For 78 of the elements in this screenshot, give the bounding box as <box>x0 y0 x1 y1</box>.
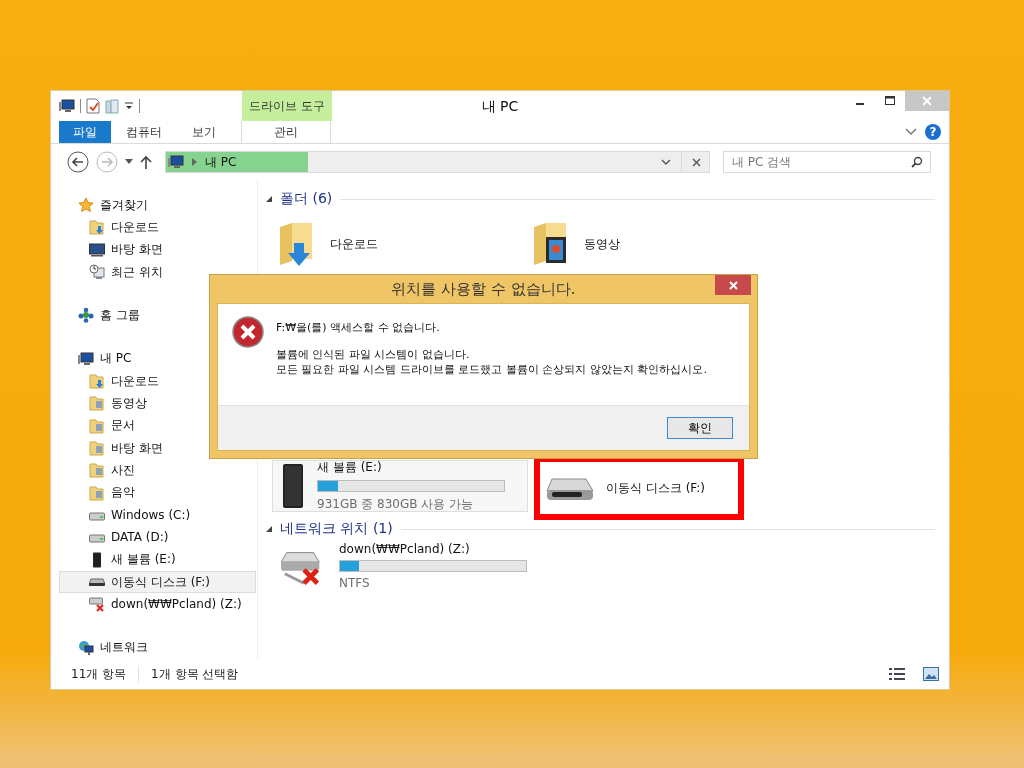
close-button[interactable] <box>715 275 751 295</box>
hard-drive-icon <box>89 531 105 544</box>
dialog-title: 위치를 사용할 수 없습니다. <box>391 279 576 299</box>
network-icon <box>78 639 94 656</box>
sidebar-item[interactable]: DATA (D:) <box>59 526 256 549</box>
sidebar-item[interactable]: 음악 <box>59 481 256 504</box>
star-icon <box>78 197 94 214</box>
close-icon <box>922 96 932 106</box>
maximize-icon <box>885 96 895 106</box>
network-drive-item[interactable]: down(₩₩Pcland) (Z:) NTFS <box>272 540 528 592</box>
external-drive-icon <box>92 551 102 568</box>
clear-icon[interactable] <box>692 157 701 167</box>
hard-drive-icon <box>89 509 105 522</box>
sidebar-item[interactable]: 사진 <box>59 459 256 482</box>
ok-button[interactable]: 확인 <box>667 417 733 439</box>
section-header[interactable]: 폴더 (6) <box>280 190 333 208</box>
monitor-icon <box>89 242 105 257</box>
folder-icon <box>89 484 105 501</box>
sidebar-item[interactable]: 다운로드 <box>59 216 256 239</box>
collapse-icon[interactable] <box>266 196 272 202</box>
help-button[interactable]: ? <box>925 124 941 140</box>
sidebar-item[interactable]: down(₩₩Pcland) (Z:) <box>59 593 256 616</box>
sidebar-item[interactable]: 새 볼륨 (E:) <box>59 548 256 571</box>
sidebar-item[interactable]: 문서 <box>59 414 256 437</box>
search-icon <box>911 156 923 168</box>
folder-icon <box>89 440 105 457</box>
details-view-icon[interactable] <box>889 667 905 681</box>
drive-item[interactable]: 새 볼륨 (E:) 931GB 중 830GB 사용 가능 <box>272 460 528 512</box>
error-message: 볼륨에 인식된 파일 시스템이 없습니다. 모든 필요한 파일 시스템 드라이브를 로드했고 볼륨이 손상되지 않았는지 확인하십시오. <box>276 347 707 377</box>
recent-dropdown-icon[interactable] <box>125 159 133 165</box>
search-field[interactable]: 내 PC 검색 <box>723 151 931 173</box>
ribbon-tab[interactable]: 파일 <box>59 121 111 143</box>
expand-ribbon-icon[interactable] <box>905 128 917 136</box>
sidebar-item[interactable]: 즐겨찾기 <box>59 194 256 217</box>
sidebar-item[interactable]: 네트워크 <box>59 636 256 659</box>
ribbon-tab[interactable]: 관리 <box>241 121 331 143</box>
sidebar-item[interactable]: 동영상 <box>59 392 256 415</box>
large-icons-view-icon[interactable] <box>923 667 939 681</box>
removable-drive-icon <box>89 577 105 588</box>
section-header[interactable]: 네트워크 위치 (1) <box>280 520 393 538</box>
disconnected-drive-icon <box>89 596 105 613</box>
dropdown-icon[interactable] <box>124 101 134 111</box>
collapse-icon[interactable] <box>266 526 272 532</box>
external-drive-icon <box>281 463 305 509</box>
sidebar-item[interactable]: 최근 위치 <box>59 261 256 284</box>
error-message: F:₩을(를) 액세스할 수 없습니다. <box>276 320 441 335</box>
computer-icon <box>78 351 94 366</box>
download-folder-icon <box>89 373 105 390</box>
folder-item[interactable]: 다운로드 <box>278 218 532 270</box>
back-icon[interactable] <box>67 151 89 173</box>
chevron-down-icon[interactable] <box>661 159 671 165</box>
context-tab-header: 드라이브 도구 <box>242 91 332 121</box>
close-icon <box>728 280 738 290</box>
window-title: 내 PC <box>480 98 520 116</box>
minimize-icon <box>856 103 864 105</box>
sidebar-item[interactable]: Windows (C:) <box>59 503 256 527</box>
sidebar-item[interactable]: 홈 그룹 <box>59 304 256 327</box>
computer-icon[interactable] <box>59 99 75 113</box>
folder-icon <box>89 462 105 479</box>
recent-places-icon <box>89 264 105 281</box>
sidebar-item[interactable]: 다운로드 <box>59 369 256 393</box>
folder-item[interactable]: 동영상 <box>532 218 786 270</box>
item-count: 11개 항목 <box>71 665 127 683</box>
up-arrow-icon[interactable] <box>140 155 152 169</box>
sidebar-item[interactable]: 바탕 화면 <box>59 238 256 261</box>
error-icon <box>232 316 264 348</box>
download-folder-icon <box>89 219 105 236</box>
homegroup-icon <box>78 307 94 324</box>
properties-icon[interactable] <box>86 98 100 114</box>
address-bar[interactable]: 내 PC <box>165 151 710 173</box>
sidebar-item[interactable]: 이동식 디스크 (F:) <box>59 570 256 594</box>
folder-icon <box>89 395 105 412</box>
selection-count: 1개 항목 선택함 <box>151 665 239 683</box>
computer-icon <box>168 155 184 169</box>
sidebar-item[interactable]: 내 PC <box>59 347 256 370</box>
folder-icon <box>89 417 105 434</box>
breadcrumb-arrow-icon <box>192 158 197 166</box>
sidebar-item[interactable]: 바탕 화면 <box>59 436 256 460</box>
